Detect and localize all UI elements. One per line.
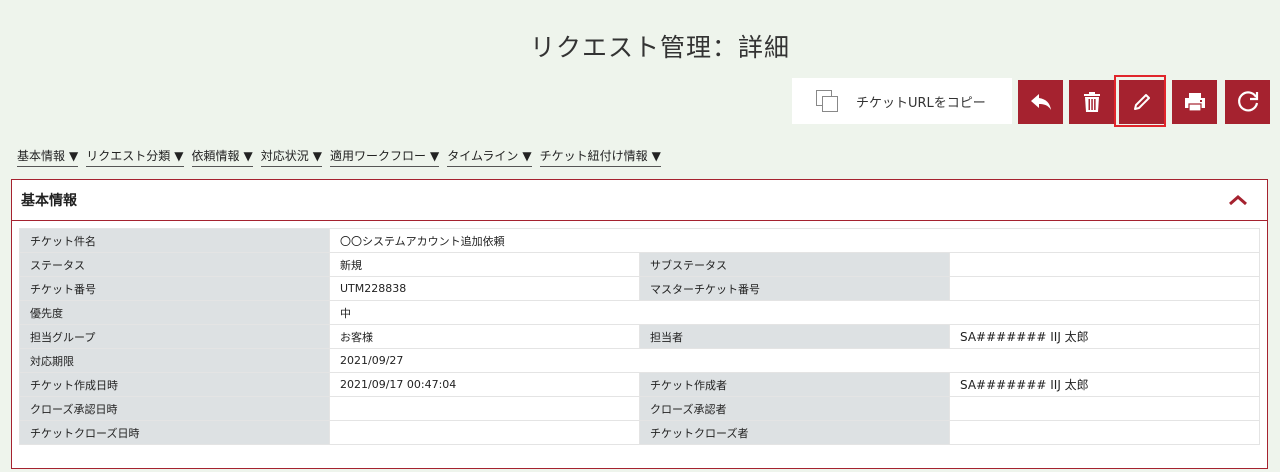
- field-label: 担当グループ: [19, 324, 330, 349]
- field-label: クローズ承認日時: [19, 396, 330, 421]
- field-value: 中: [329, 300, 1260, 325]
- tab-ticket-links[interactable]: チケット紐付け情報 ▼: [539, 147, 661, 167]
- field-value: [949, 276, 1260, 301]
- field-label: チケット作成日時: [19, 372, 330, 397]
- field-label: ステータス: [19, 252, 330, 277]
- table-row: 担当グループ お客様 担当者 SA####### IIJ 太郎: [19, 324, 1260, 349]
- basic-info-table: チケット件名 〇〇システムアカウント追加依頼 ステータス 新規 サブステータス …: [19, 228, 1260, 445]
- pencil-icon: [1133, 94, 1150, 110]
- field-value: [329, 420, 640, 445]
- edit-button[interactable]: [1119, 80, 1164, 124]
- field-value: 2021/09/27: [329, 348, 1260, 373]
- field-label: クローズ承認者: [639, 396, 950, 421]
- section-tabs: 基本情報 ▼ リクエスト分類 ▼ 依頼情報 ▼ 対応状況 ▼ 適用ワークフロー ▼ タイム…: [17, 147, 669, 167]
- tab-status[interactable]: 対応状況 ▼: [260, 147, 322, 167]
- field-label: 優先度: [19, 300, 330, 325]
- field-value: UTM228838: [329, 276, 640, 301]
- field-value: お客様: [329, 324, 640, 349]
- delete-button[interactable]: [1069, 80, 1114, 124]
- refresh-icon: [1237, 91, 1258, 112]
- table-row: チケット作成日時 2021/09/17 00:47:04 チケット作成者 SA#…: [19, 372, 1260, 397]
- trash-icon: [1083, 92, 1100, 112]
- field-label: チケット件名: [19, 228, 330, 253]
- field-label: マスターチケット番号: [639, 276, 950, 301]
- basic-info-panel: 基本情報 チケット件名 〇〇システムアカウント追加依頼 ステータス 新規 サブス…: [11, 179, 1268, 469]
- tab-basic-info[interactable]: 基本情報 ▼: [17, 147, 79, 167]
- table-row: 優先度 中: [19, 300, 1260, 325]
- table-row: クローズ承認日時 クローズ承認者: [19, 396, 1260, 421]
- field-value: [949, 420, 1260, 445]
- table-row: 対応期限 2021/09/27: [19, 348, 1260, 373]
- field-label: 担当者: [639, 324, 950, 349]
- field-value: SA####### IIJ 太郎: [949, 372, 1260, 397]
- tab-request-info[interactable]: 依頼情報 ▼: [191, 147, 253, 167]
- field-value: 新規: [329, 252, 640, 277]
- copy-icon: [816, 90, 838, 112]
- field-label: サブステータス: [639, 252, 950, 277]
- tab-timeline[interactable]: タイムライン ▼: [447, 147, 532, 167]
- copy-url-label: チケットURLをコピー: [856, 95, 986, 111]
- tab-workflow[interactable]: 適用ワークフロー ▼: [330, 147, 440, 167]
- panel-header: 基本情報: [12, 180, 1267, 221]
- table-row: チケットクローズ日時 チケットクローズ者: [19, 420, 1260, 445]
- table-row: チケット番号 UTM228838 マスターチケット番号: [19, 276, 1260, 301]
- print-button[interactable]: [1172, 80, 1217, 124]
- chevron-up-icon: [1229, 195, 1247, 206]
- copy-url-button[interactable]: チケットURLをコピー: [792, 78, 1012, 124]
- table-row: ステータス 新規 サブステータス: [19, 252, 1260, 277]
- panel-title: 基本情報: [21, 193, 77, 209]
- field-label: チケットクローズ者: [639, 420, 950, 445]
- field-value: [329, 396, 640, 421]
- field-value: 2021/09/17 00:47:04: [329, 372, 640, 397]
- table-row: チケット件名 〇〇システムアカウント追加依頼: [19, 228, 1260, 253]
- field-label: チケットクローズ日時: [19, 420, 330, 445]
- page-title: リクエスト管理：詳細: [529, 33, 790, 62]
- field-value: [949, 252, 1260, 277]
- field-label: チケット作成者: [639, 372, 950, 397]
- field-value: 〇〇システムアカウント追加依頼: [329, 228, 1260, 253]
- field-label: チケット番号: [19, 276, 330, 301]
- collapse-button[interactable]: [1227, 192, 1249, 208]
- field-value: SA####### IIJ 太郎: [949, 324, 1260, 349]
- field-label: 対応期限: [19, 348, 330, 373]
- reply-icon: [1030, 94, 1051, 110]
- tab-request-category[interactable]: リクエスト分類 ▼: [86, 147, 184, 167]
- refresh-button[interactable]: [1225, 80, 1270, 124]
- back-button[interactable]: [1018, 80, 1063, 124]
- print-icon: [1184, 93, 1205, 112]
- field-value: [949, 396, 1260, 421]
